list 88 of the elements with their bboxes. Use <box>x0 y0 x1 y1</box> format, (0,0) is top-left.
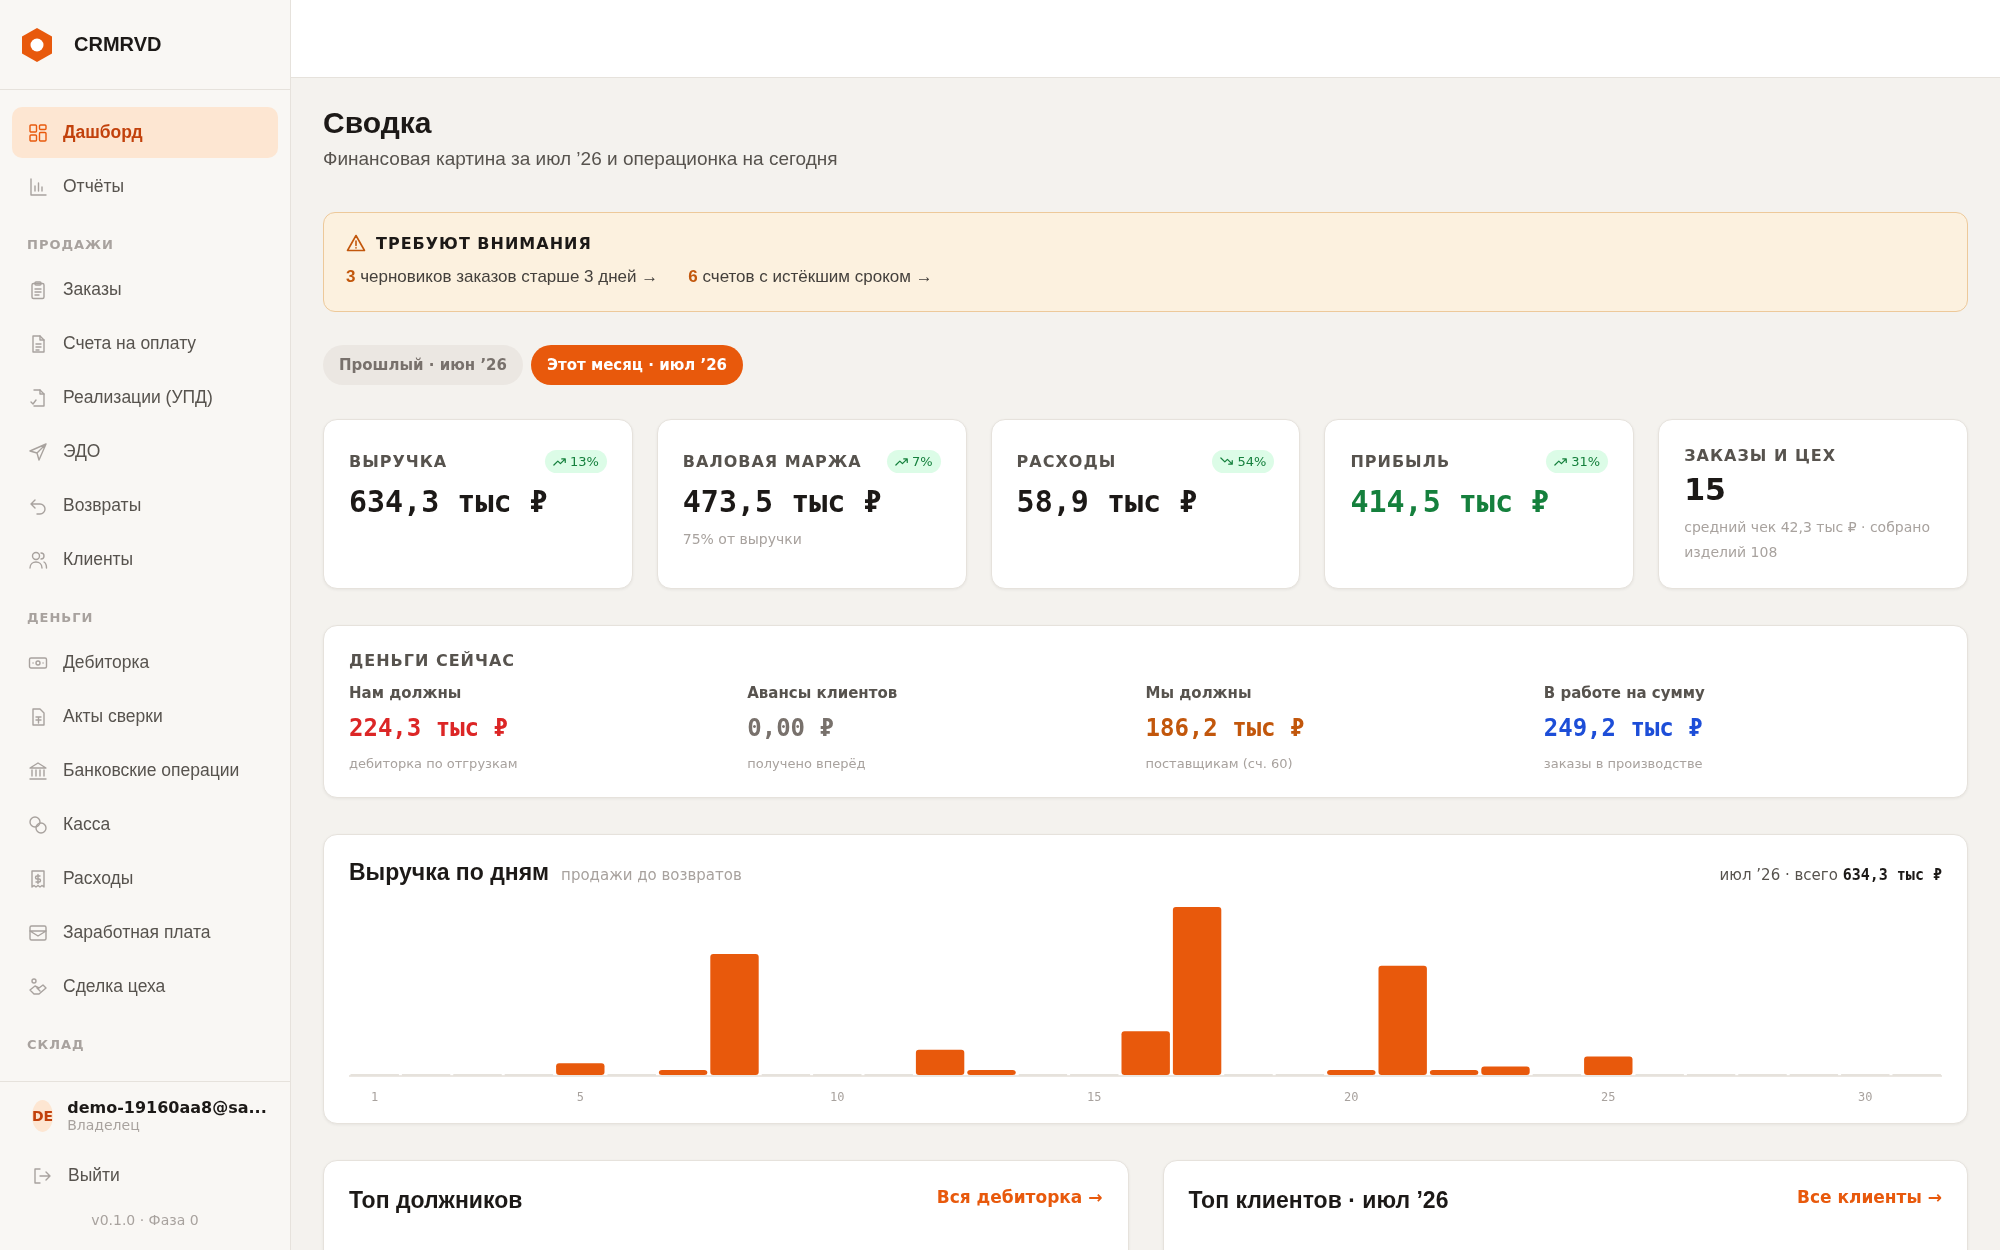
chart-icon <box>28 176 48 197</box>
coins-icon <box>28 814 48 835</box>
money-label: Нам должны <box>349 684 463 702</box>
money-note: заказы в производстве <box>1543 756 1704 771</box>
section-label: СКЛАД <box>26 1036 86 1054</box>
sidebar-item[interactable]: Заработная плата <box>12 907 278 958</box>
kpi-value: 414,5 тыс ₽ <box>1350 484 1551 519</box>
kpi-label: ВАЛОВАЯ МАРЖА <box>682 451 862 471</box>
clipboard-icon <box>28 279 48 300</box>
logout-button[interactable]: Выйти <box>0 1143 290 1208</box>
user-role: Владелец <box>67 1117 141 1133</box>
sidebar-item[interactable]: Клиенты <box>12 534 278 585</box>
kpi-note: средний чек 42,3 тыс ₽ · собрано изделий 108 <box>1684 518 1931 562</box>
user-avatar: DE <box>32 1099 54 1132</box>
kpi-label: ПРИБЫЛЬ <box>1350 451 1451 471</box>
section-label: ДЕНЬГИ <box>26 609 95 627</box>
card-title: Топ клиентов · июл ’26 <box>1188 1187 1449 1214</box>
axis-tick-label: 20 <box>1344 1090 1359 1104</box>
trend-badge: 13% <box>544 449 607 473</box>
user-email: demo-19160aa8@sa... <box>67 1098 267 1117</box>
send-icon <box>28 441 48 462</box>
kpi-value: 634,3 тыс ₽ <box>349 484 549 519</box>
view-all-link[interactable]: Все клиенты → <box>1796 1187 1942 1207</box>
sidebar-item[interactable]: Заказы <box>12 264 278 315</box>
trend-badge: 7% <box>886 449 941 473</box>
chart-subtitle: продажи до возвратов <box>561 866 742 884</box>
brand-name: CRMRVD <box>74 33 162 56</box>
axis-tick-label: 25 <box>1601 1090 1616 1104</box>
money-label: В работе на сумму <box>1543 684 1706 702</box>
sidebar-item[interactable]: Реализации (УПД) <box>12 372 278 423</box>
document-check-icon <box>28 387 48 408</box>
warning-icon <box>346 233 366 253</box>
card-heading: ДЕНЬГИ СЕЙЧАС <box>349 651 517 670</box>
money-value: 0,00 ₽ <box>747 714 835 742</box>
sidebar-item[interactable]: Расходы <box>12 853 278 904</box>
chart-title: Выручка по дням <box>349 859 550 886</box>
kpi-label: РАСХОДЫ <box>1016 451 1117 471</box>
money-note: получено вперёд <box>747 756 867 771</box>
axis-tick-label: 10 <box>830 1090 845 1104</box>
axis-tick-label: 1 <box>371 1090 379 1104</box>
page-title: Сводка <box>323 106 433 140</box>
bank-icon <box>28 760 48 781</box>
money-label: Мы должны <box>1145 684 1253 702</box>
money-label: Авансы клиентов <box>747 684 899 702</box>
sidebar-item[interactable]: ЭДО <box>12 426 278 477</box>
receipt-icon <box>28 868 48 889</box>
axis-tick-label: 5 <box>576 1090 584 1104</box>
version-label: v0.1.0 · Фаза 0 <box>90 1211 200 1230</box>
trend-badge: 31% <box>1546 449 1609 473</box>
kpi-label: ЗАКАЗЫ И ЦЕХ <box>1684 445 1836 465</box>
kpi-value: 15 <box>1684 472 1727 507</box>
sidebar-item[interactable]: Отчёты <box>12 161 278 212</box>
section-label: ПРОДАЖИ <box>26 236 115 254</box>
money-note: поставщикам (сч. 60) <box>1145 756 1294 771</box>
trend-badge: 54% <box>1212 449 1275 473</box>
logout-icon <box>32 1165 52 1186</box>
users-icon <box>28 549 48 570</box>
envelope-icon <box>28 922 48 943</box>
kpi-note: 75% от выручки <box>682 531 803 547</box>
axis-tick-label: 15 <box>1087 1090 1102 1104</box>
alert-link[interactable]: 6 счетов с истёкшим сроком → <box>688 267 933 287</box>
money-value: 186,2 тыс ₽ <box>1145 714 1306 742</box>
sidebar-item[interactable]: Дебиторка <box>12 637 278 688</box>
axis-tick-label: 30 <box>1858 1090 1873 1104</box>
sidebar-item[interactable]: Сделка цеха <box>12 961 278 1012</box>
card-title: Топ должников <box>349 1187 523 1214</box>
chart-total: июл ’26 · всего 634,3 тыс ₽ <box>1719 866 1942 884</box>
page-subtitle: Финансовая картина за июл ’26 и операционка на сегодня <box>323 148 839 170</box>
sidebar-item[interactable]: Акты сверки <box>12 691 278 742</box>
period-tab[interactable]: Прошлый · июн ’26 <box>323 345 523 385</box>
kpi-label: ВЫРУЧКА <box>349 451 448 471</box>
dashboard-icon <box>28 122 48 143</box>
sidebar-item[interactable]: Возвраты <box>12 480 278 531</box>
view-all-link[interactable]: Вся дебиторка → <box>936 1187 1103 1207</box>
sidebar-item[interactable]: Банковские операции <box>12 745 278 796</box>
kpi-value: 58,9 тыс ₽ <box>1016 484 1199 519</box>
period-tab[interactable]: Этот месяц · июл ’26 <box>531 345 743 385</box>
kpi-value: 473,5 тыс ₽ <box>682 484 883 519</box>
alert-link[interactable]: 3 черновиков заказов старше 3 дней → <box>346 267 659 287</box>
sidebar-item[interactable]: Счета на оплату <box>12 318 278 369</box>
money-value: 249,2 тыс ₽ <box>1543 714 1704 742</box>
money-note: дебиторка по отгрузкам <box>349 756 519 771</box>
alert-title: ТРЕБУЮТ ВНИМАНИЯ <box>376 233 592 253</box>
sidebar-item[interactable]: Дашборд <box>12 107 278 158</box>
sidebar-item[interactable]: Касса <box>12 799 278 850</box>
handshake-icon <box>28 976 48 997</box>
logo-icon <box>20 26 54 63</box>
money-value: 224,3 тыс ₽ <box>349 714 509 742</box>
